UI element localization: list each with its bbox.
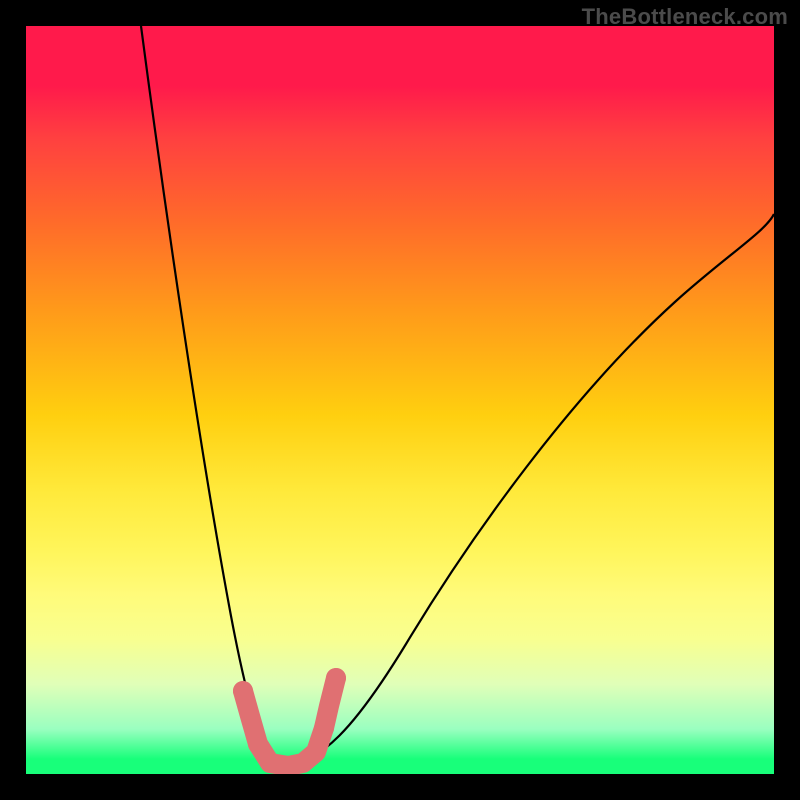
bead-dot [248, 734, 268, 754]
bead-dot [233, 681, 253, 701]
watermark: TheBottleneck.com [582, 4, 788, 30]
right-curve [278, 214, 774, 768]
bead-dot [314, 718, 334, 738]
left-curve [141, 26, 278, 768]
bead-dot [326, 668, 346, 688]
plot-area [26, 26, 774, 774]
chart-svg [26, 26, 774, 774]
chart-container: TheBottleneck.com [0, 0, 800, 800]
